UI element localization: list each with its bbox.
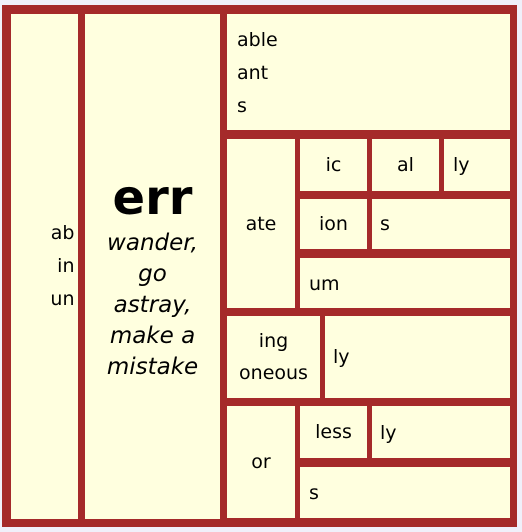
suffix-s-3: s [300,467,510,518]
suffix-s: s [237,95,247,117]
suffix-ly-1: ly [444,139,510,191]
root-word: err [112,170,193,226]
suffix-ly-3: ly [372,406,510,458]
prefix-ab: ab [50,222,75,244]
suffix-ic: ic [300,139,367,191]
suffix-ly-2: ly [325,316,510,398]
suffix-able: able [237,29,278,51]
suffix-oneous: oneous [239,362,308,384]
suffix-ing-oneous: ing oneous [227,316,320,398]
prefix-cell: ab in un [11,14,78,519]
root-meaning: wander, go astray, make a mistake [106,230,199,380]
suffix-al: al [372,139,439,191]
suffix-ing: ing [258,330,289,352]
suffix-group-able: able ant s [227,14,510,130]
suffix-ant: ant [237,62,269,84]
prefix-in: in [57,255,75,277]
suffix-ate: ate [227,139,295,308]
suffix-or: or [227,406,295,518]
suffix-s-2: s [372,199,510,249]
suffix-um: um [300,258,510,308]
suffix-ion: ion [300,199,367,249]
suffix-less: less [300,406,367,458]
root-cell: err wander, go astray, make a mistake [85,14,220,519]
prefix-un: un [50,288,75,310]
